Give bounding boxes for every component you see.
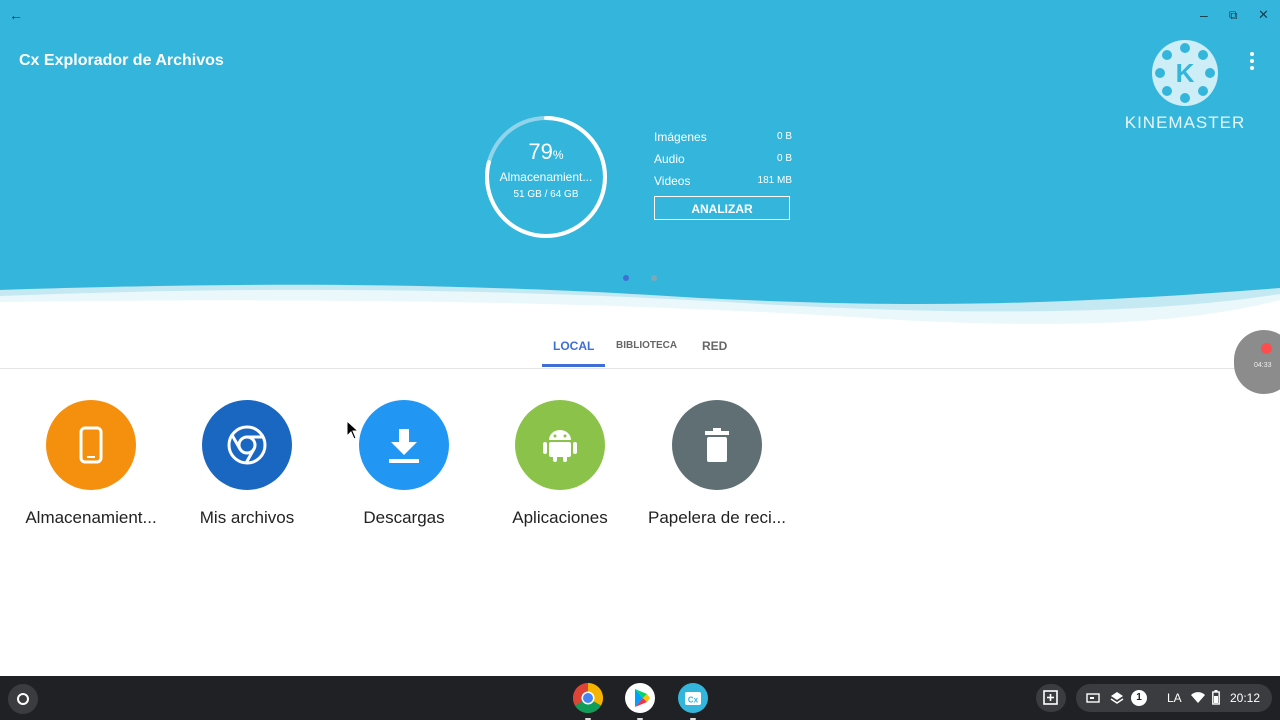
tablet-icon — [79, 426, 103, 464]
analyze-button[interactable]: ANALIZAR — [654, 196, 790, 220]
mouse-cursor-icon — [346, 420, 360, 440]
stat-row-audio: Audio 0 B — [654, 152, 792, 166]
stat-row-images: Imágenes 0 B — [654, 130, 792, 144]
chrome-icon — [227, 425, 267, 465]
shelf-chrome[interactable] — [572, 682, 604, 720]
clock: 20:12 — [1230, 691, 1261, 705]
storage-stats: Imágenes 0 B Audio 0 B Videos 181 MB — [654, 130, 794, 196]
layers-icon — [1110, 692, 1124, 704]
item-label: Descargas — [363, 508, 445, 527]
ime-indicator: LA — [1167, 691, 1182, 705]
play-store-icon — [625, 683, 655, 713]
kinemaster-logo-icon: K — [1152, 40, 1218, 106]
page-dot[interactable] — [651, 275, 657, 281]
downloads-circle — [359, 400, 449, 490]
tab-red[interactable]: RED — [702, 339, 727, 353]
battery-icon — [1212, 690, 1220, 705]
tab-bar: LOCAL BIBLIOTECA RED — [0, 330, 1280, 369]
shelf-file-explorer[interactable]: Cx — [677, 682, 709, 720]
app-title: Cx Explorador de Archivos — [19, 52, 224, 69]
screen-capture-icon — [1086, 693, 1100, 703]
svg-text:K: K — [1176, 58, 1195, 88]
chrome-icon — [572, 683, 604, 714]
download-icon — [389, 429, 419, 463]
android-icon — [543, 430, 577, 462]
minimize-button[interactable]: – — [1200, 8, 1208, 22]
notification-count-badge: 1 — [1131, 690, 1147, 706]
trash-circle — [672, 400, 762, 490]
item-label: Almacenamient... — [25, 508, 157, 527]
my-files-circle — [202, 400, 292, 490]
item-label: Mis archivos — [199, 508, 295, 527]
page-dot-active[interactable] — [623, 275, 629, 281]
overflow-menu-icon[interactable] — [1244, 50, 1260, 72]
storage-circle — [46, 400, 136, 490]
storage-percent: 79% — [528, 139, 564, 164]
tab-local[interactable]: LOCAL — [553, 339, 594, 353]
tote-button[interactable] — [1036, 684, 1066, 712]
system-shelf: Cx 1 LA 20:12 — [0, 676, 1280, 720]
stat-row-videos: Videos 181 MB — [654, 174, 792, 188]
file-explorer-icon: Cx — [678, 683, 708, 713]
kinemaster-watermark: KINEMASTER — [1124, 113, 1246, 132]
close-button[interactable]: ✕ — [1258, 8, 1269, 22]
back-arrow-icon[interactable]: ← — [9, 8, 23, 22]
status-area[interactable]: 1 LA 20:12 — [1076, 684, 1272, 712]
trash-icon — [705, 428, 729, 462]
tab-active-indicator — [542, 364, 605, 367]
item-label: Papelera de reci... — [648, 508, 786, 527]
storage-used-of-total: 51 GB / 64 GB — [513, 189, 579, 200]
launcher-icon — [17, 693, 29, 705]
screen-recorder-bubble[interactable]: 04:33 — [1234, 330, 1280, 394]
holding-space-icon — [1043, 690, 1058, 705]
header-wave — [0, 284, 1280, 330]
item-label: Aplicaciones — [512, 508, 608, 527]
storage-ring[interactable]: 79% Almacenamient... 51 GB / 64 GB — [484, 115, 608, 239]
svg-text:Cx: Cx — [688, 696, 699, 705]
tab-biblioteca[interactable]: BIBLIOTECA — [616, 340, 677, 351]
restore-button[interactable]: ⧉ — [1229, 8, 1238, 22]
launcher-button[interactable] — [8, 684, 38, 714]
record-icon — [1261, 343, 1272, 354]
wifi-icon — [1191, 692, 1205, 703]
record-time: 04:33 — [1254, 362, 1272, 369]
app-header: ← – ⧉ ✕ Cx Explorador de Archivos 79% Al… — [0, 0, 1280, 330]
applications-circle — [515, 400, 605, 490]
shelf-play-store[interactable] — [624, 682, 656, 720]
storage-label: Almacenamient... — [499, 170, 593, 184]
